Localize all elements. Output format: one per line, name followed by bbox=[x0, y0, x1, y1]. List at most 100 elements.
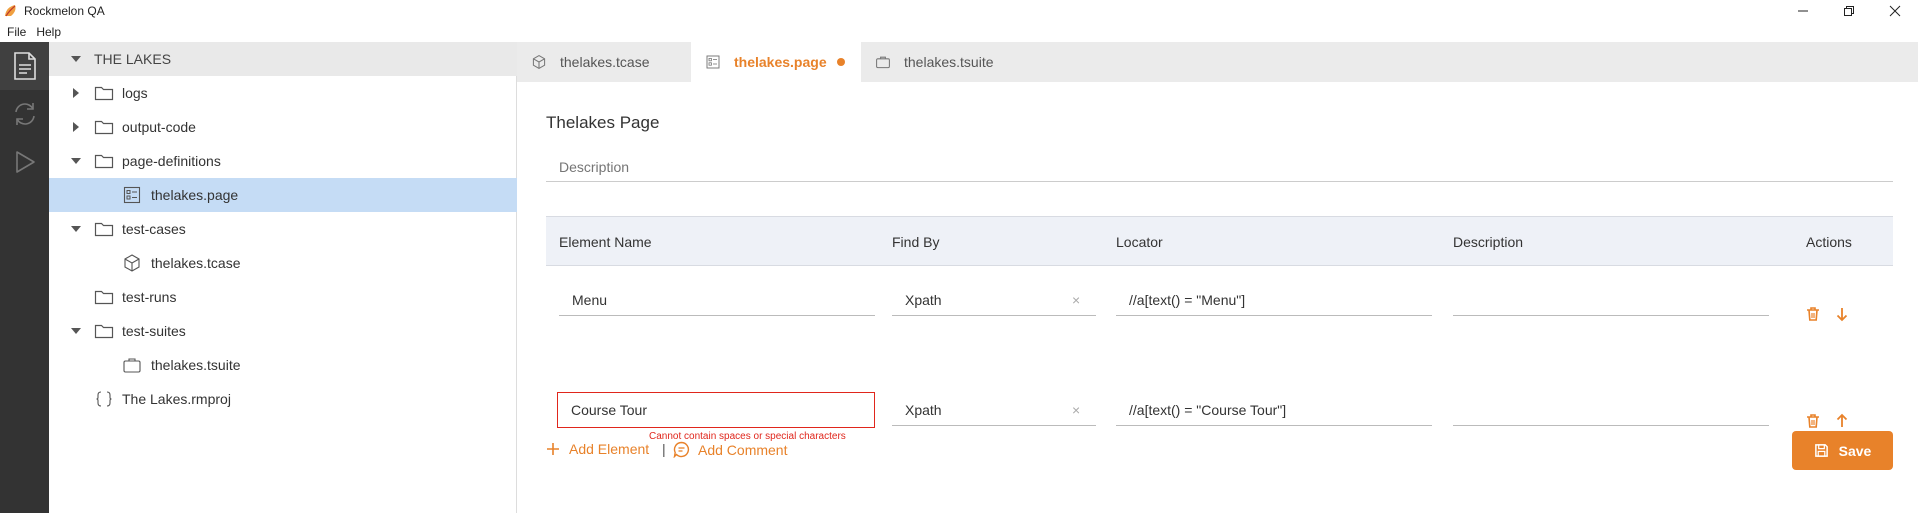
element-name-input[interactable]: Menu bbox=[559, 284, 875, 316]
tree-item-label: test-cases bbox=[122, 221, 186, 237]
briefcase-icon bbox=[123, 358, 141, 373]
element-name-input[interactable]: Course Tour bbox=[557, 392, 875, 428]
caret-down-icon bbox=[71, 158, 81, 164]
menu-help[interactable]: Help bbox=[33, 25, 68, 39]
close-window-button[interactable] bbox=[1872, 0, 1918, 22]
header-description: Description bbox=[1453, 234, 1524, 250]
element-name-value: Menu bbox=[572, 291, 608, 308]
find-by-select[interactable]: Xpath × bbox=[892, 394, 1096, 426]
activity-run-button[interactable] bbox=[0, 138, 49, 186]
cube-icon bbox=[124, 254, 140, 272]
close-icon bbox=[1889, 5, 1901, 17]
tree-item-test-cases[interactable]: test-cases bbox=[49, 212, 517, 246]
table-header: Element Name Find By Locator Description… bbox=[546, 216, 1893, 266]
clear-icon[interactable]: × bbox=[1072, 292, 1080, 308]
menu-file[interactable]: File bbox=[0, 25, 33, 39]
tab-thelakes-tsuite[interactable]: thelakes.tsuite bbox=[861, 42, 1031, 82]
element-name-value: Course Tour bbox=[571, 402, 648, 418]
caret-down-icon bbox=[71, 56, 81, 62]
caret-right-icon bbox=[73, 88, 79, 98]
folder-icon bbox=[94, 154, 114, 169]
tab-label: thelakes.tsuite bbox=[904, 54, 994, 70]
page-definition-icon bbox=[123, 186, 141, 204]
unsaved-indicator bbox=[837, 58, 845, 66]
header-element-name: Element Name bbox=[559, 234, 652, 250]
folder-icon bbox=[94, 120, 114, 135]
tree-item-rmproj[interactable]: The Lakes.rmproj bbox=[49, 382, 517, 416]
tab-thelakes-page[interactable]: thelakes.page bbox=[691, 42, 861, 82]
row-description-input[interactable] bbox=[1453, 284, 1769, 316]
tab-thelakes-tcase[interactable]: thelakes.tcase bbox=[517, 42, 687, 82]
tree-root-label: THE LAKES bbox=[94, 51, 172, 67]
tree-item-page-definitions[interactable]: page-definitions bbox=[49, 144, 517, 178]
folder-icon bbox=[94, 222, 114, 237]
tab-label: thelakes.tcase bbox=[560, 54, 650, 70]
tree-item-test-suites[interactable]: test-suites bbox=[49, 314, 517, 348]
footer-separator: | bbox=[662, 441, 666, 457]
row-description-input[interactable] bbox=[1453, 394, 1769, 426]
tab-bar: thelakes.tcase thelakes.page thelakes.ts… bbox=[517, 42, 1918, 82]
tree-item-logs[interactable]: logs bbox=[49, 76, 517, 110]
save-icon bbox=[1814, 444, 1828, 457]
add-element-button[interactable]: Add Element bbox=[546, 441, 649, 457]
tree-item-label: test-runs bbox=[122, 289, 177, 305]
add-comment-button[interactable]: Add Comment bbox=[673, 441, 787, 458]
delete-icon[interactable] bbox=[1805, 306, 1821, 322]
folder-icon bbox=[94, 324, 114, 339]
tree-item-output-code[interactable]: output-code bbox=[49, 110, 517, 144]
find-by-select[interactable]: Xpath × bbox=[892, 284, 1096, 316]
delete-icon[interactable] bbox=[1805, 413, 1821, 429]
activity-sync-button[interactable] bbox=[0, 90, 49, 138]
tree-item-thelakes-tcase[interactable]: thelakes.tcase bbox=[49, 246, 517, 280]
tree-item-label: page-definitions bbox=[122, 153, 221, 169]
activity-explorer-button[interactable] bbox=[0, 42, 49, 90]
cube-icon bbox=[532, 55, 546, 69]
tree-item-label: The Lakes.rmproj bbox=[122, 391, 231, 407]
page-definition-icon bbox=[706, 55, 720, 69]
header-actions: Actions bbox=[1806, 234, 1852, 250]
explorer-panel: THE LAKES logs output-code page-definiti… bbox=[49, 42, 517, 513]
app-logo-icon bbox=[5, 5, 16, 17]
comment-icon bbox=[673, 441, 690, 458]
tree-item-label: output-code bbox=[122, 119, 196, 135]
add-element-label: Add Element bbox=[569, 441, 650, 457]
save-label: Save bbox=[1838, 442, 1872, 459]
add-comment-label: Add Comment bbox=[698, 441, 788, 458]
save-button[interactable]: Save bbox=[1792, 431, 1893, 470]
caret-down-icon bbox=[71, 328, 81, 334]
tree-item-label: thelakes.page bbox=[151, 187, 239, 203]
page-description-input[interactable] bbox=[546, 152, 1893, 182]
tree-item-label: thelakes.tsuite bbox=[151, 357, 241, 373]
move-up-icon[interactable] bbox=[1834, 413, 1850, 429]
tree-item-label: thelakes.tcase bbox=[151, 255, 241, 271]
clear-icon[interactable]: × bbox=[1072, 402, 1080, 418]
find-by-value: Xpath bbox=[905, 401, 942, 418]
menu-bar: File Help bbox=[0, 22, 1918, 42]
tree-item-label: test-suites bbox=[122, 323, 186, 339]
activity-bar bbox=[0, 42, 49, 513]
tree-root[interactable]: THE LAKES bbox=[49, 42, 517, 76]
tree-item-test-runs[interactable]: test-runs bbox=[49, 280, 517, 314]
plus-icon bbox=[547, 443, 559, 455]
page-title: Thelakes Page bbox=[546, 113, 660, 132]
caret-down-icon bbox=[71, 226, 81, 232]
header-find-by: Find By bbox=[892, 234, 940, 250]
briefcase-icon bbox=[876, 56, 890, 69]
locator-input[interactable]: //a[text() = "Course Tour"] bbox=[1116, 394, 1432, 426]
editor-area: thelakes.tcase thelakes.page thelakes.ts… bbox=[517, 42, 1918, 513]
restore-button[interactable] bbox=[1826, 0, 1872, 22]
minimize-icon bbox=[1798, 10, 1808, 12]
braces-icon bbox=[96, 391, 112, 407]
find-by-value: Xpath bbox=[905, 291, 942, 308]
tree-item-thelakes-tsuite[interactable]: thelakes.tsuite bbox=[49, 348, 517, 382]
sync-icon bbox=[14, 103, 35, 125]
locator-value: //a[text() = "Menu"] bbox=[1129, 291, 1246, 308]
move-down-icon[interactable] bbox=[1834, 306, 1850, 322]
tree-item-label: logs bbox=[122, 85, 148, 101]
tree-item-thelakes-page[interactable]: thelakes.page bbox=[49, 178, 517, 212]
locator-input[interactable]: //a[text() = "Menu"] bbox=[1116, 284, 1432, 316]
play-icon bbox=[15, 151, 35, 173]
minimize-button[interactable] bbox=[1780, 0, 1826, 22]
title-bar: Rockmelon QA bbox=[0, 0, 1918, 22]
restore-icon bbox=[1844, 6, 1854, 16]
